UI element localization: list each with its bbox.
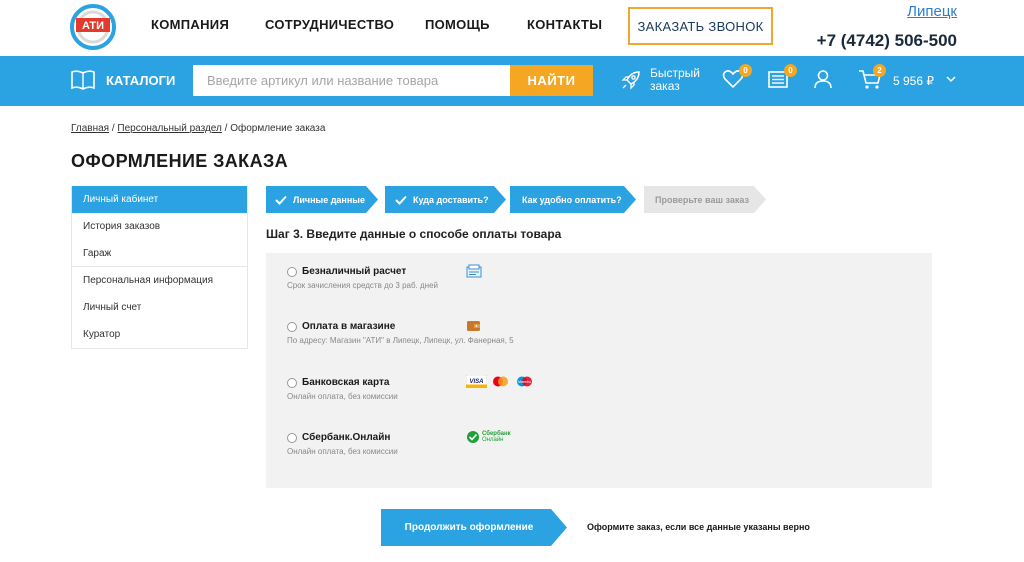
payment-description: Срок зачисления средств до 3 раб. дней: [287, 281, 439, 290]
sidebar-item-orders[interactable]: История заказов: [72, 213, 247, 240]
sberbank-logo-line2: Онлайн: [482, 437, 504, 443]
sidebar-item-account-balance[interactable]: Личный счет: [72, 294, 247, 321]
continue-label: Продолжить оформление: [404, 522, 534, 533]
radio-button[interactable]: [287, 433, 297, 443]
payment-description: Онлайн оплата, без комиссии: [287, 447, 398, 456]
svg-text:Maestro: Maestro: [518, 380, 531, 384]
breadcrumb-personal[interactable]: Персональный раздел: [117, 123, 221, 134]
cart-button[interactable]: 2: [858, 64, 886, 95]
breadcrumb: Главная / Персональный раздел / Оформлен…: [71, 123, 325, 134]
card-icons: VISA Maestro: [466, 375, 535, 388]
catalog-button[interactable]: КАТАЛОГИ: [70, 69, 175, 91]
favorites-count-badge: 0: [739, 64, 752, 77]
page-title: ОФОРМЛЕНИЕ ЗАКАЗА: [71, 151, 289, 171]
continue-button[interactable]: Продолжить оформление: [381, 509, 567, 546]
continue-note: Оформите заказ, если все данные указаны …: [587, 522, 810, 532]
book-icon: [71, 70, 95, 90]
quick-order-line2: заказ: [650, 79, 680, 93]
nav-company[interactable]: КОМПАНИЯ: [151, 17, 229, 32]
logo-text: АТИ: [82, 20, 104, 32]
sidebar-item-personal-info[interactable]: Персональная информация: [72, 267, 247, 294]
quick-order-button[interactable]: Быстрый заказ: [620, 67, 700, 93]
step-personal-data[interactable]: Личные данные: [266, 186, 378, 213]
sberbank-icon: Сбербанк Онлайн: [466, 430, 511, 444]
mastercard-icon: [493, 376, 508, 387]
breadcrumb-home[interactable]: Главная: [71, 123, 109, 134]
maestro-icon: Maestro: [517, 376, 532, 387]
sidebar-item-curator[interactable]: Куратор: [72, 321, 247, 348]
breadcrumb-current: Оформление заказа: [230, 123, 326, 134]
user-icon: [814, 70, 832, 89]
payment-description: Онлайн оплата, без комиссии: [287, 392, 398, 401]
checkmark-icon: [395, 195, 407, 205]
search-button[interactable]: НАЙТИ: [510, 65, 593, 96]
wallet-icon: [466, 319, 481, 332]
cart-total[interactable]: 5 956 ₽: [893, 74, 934, 88]
payment-options: Безналичный расчет Срок зачисления средс…: [266, 253, 932, 488]
breadcrumb-separator: /: [111, 123, 115, 134]
rocket-icon: [621, 71, 640, 90]
callback-button[interactable]: ЗАКАЗАТЬ ЗВОНОК: [628, 7, 773, 45]
payment-name: Оплата в магазине: [302, 321, 396, 332]
sidebar: Личный кабинет История заказов Гараж Пер…: [71, 186, 248, 349]
radio-button[interactable]: [287, 378, 297, 388]
sidebar-item-garage[interactable]: Гараж: [72, 240, 247, 267]
catalog-label: КАТАЛОГИ: [106, 72, 176, 88]
step-label: Личные данные: [293, 194, 365, 205]
step-title: Шаг 3. Введите данные о способе оплаты т…: [266, 227, 562, 241]
checkmark-icon: [275, 195, 287, 205]
nav-help[interactable]: ПОМОЩЬ: [425, 17, 490, 32]
account-button[interactable]: [813, 69, 833, 94]
nav-cooperation[interactable]: СОТРУДНИЧЕСТВО: [265, 17, 394, 32]
toolbar: КАТАЛОГИ НАЙТИ Быстрый заказ 0 0: [0, 56, 1024, 106]
nav-contacts[interactable]: КОНТАКТЫ: [527, 17, 602, 32]
compare-button[interactable]: 0: [767, 64, 797, 94]
step-delivery[interactable]: Куда доставить?: [385, 186, 506, 213]
step-review: Проверьте ваш заказ: [644, 186, 766, 213]
svg-text:VISA: VISA: [469, 379, 483, 385]
favorites-button[interactable]: 0: [722, 64, 752, 94]
compare-count-badge: 0: [784, 64, 797, 77]
chevron-down-icon[interactable]: [945, 73, 957, 85]
breadcrumb-separator: /: [224, 123, 228, 134]
payment-description: По адресу: Магазин "АТИ" в Липецк, Липец…: [287, 336, 514, 345]
payment-name: Сбербанк.Онлайн: [302, 432, 391, 443]
radio-button[interactable]: [287, 322, 297, 332]
step-label: Куда доставить?: [413, 194, 489, 205]
cart-count-badge: 2: [873, 64, 886, 77]
step-label: Проверьте ваш заказ: [655, 194, 749, 205]
step-label: Как удобно оплатить?: [522, 194, 622, 205]
visa-icon: VISA: [466, 375, 487, 388]
search-input[interactable]: [193, 65, 510, 96]
city-selector[interactable]: Липецк: [907, 3, 957, 20]
top-header: АТИ КОМПАНИЯ СОТРУДНИЧЕСТВО ПОМОЩЬ КОНТА…: [0, 0, 1024, 56]
radio-button[interactable]: [287, 267, 297, 277]
sidebar-item-account[interactable]: Личный кабинет: [72, 186, 247, 213]
payment-name: Безналичный расчет: [302, 266, 407, 277]
payment-name: Банковская карта: [302, 377, 390, 388]
ati-logo[interactable]: АТИ: [68, 3, 118, 51]
invoice-icon: [466, 264, 482, 278]
phone-number[interactable]: +7 (4742) 506-500: [817, 31, 957, 51]
step-payment[interactable]: Как удобно оплатить?: [510, 186, 636, 213]
